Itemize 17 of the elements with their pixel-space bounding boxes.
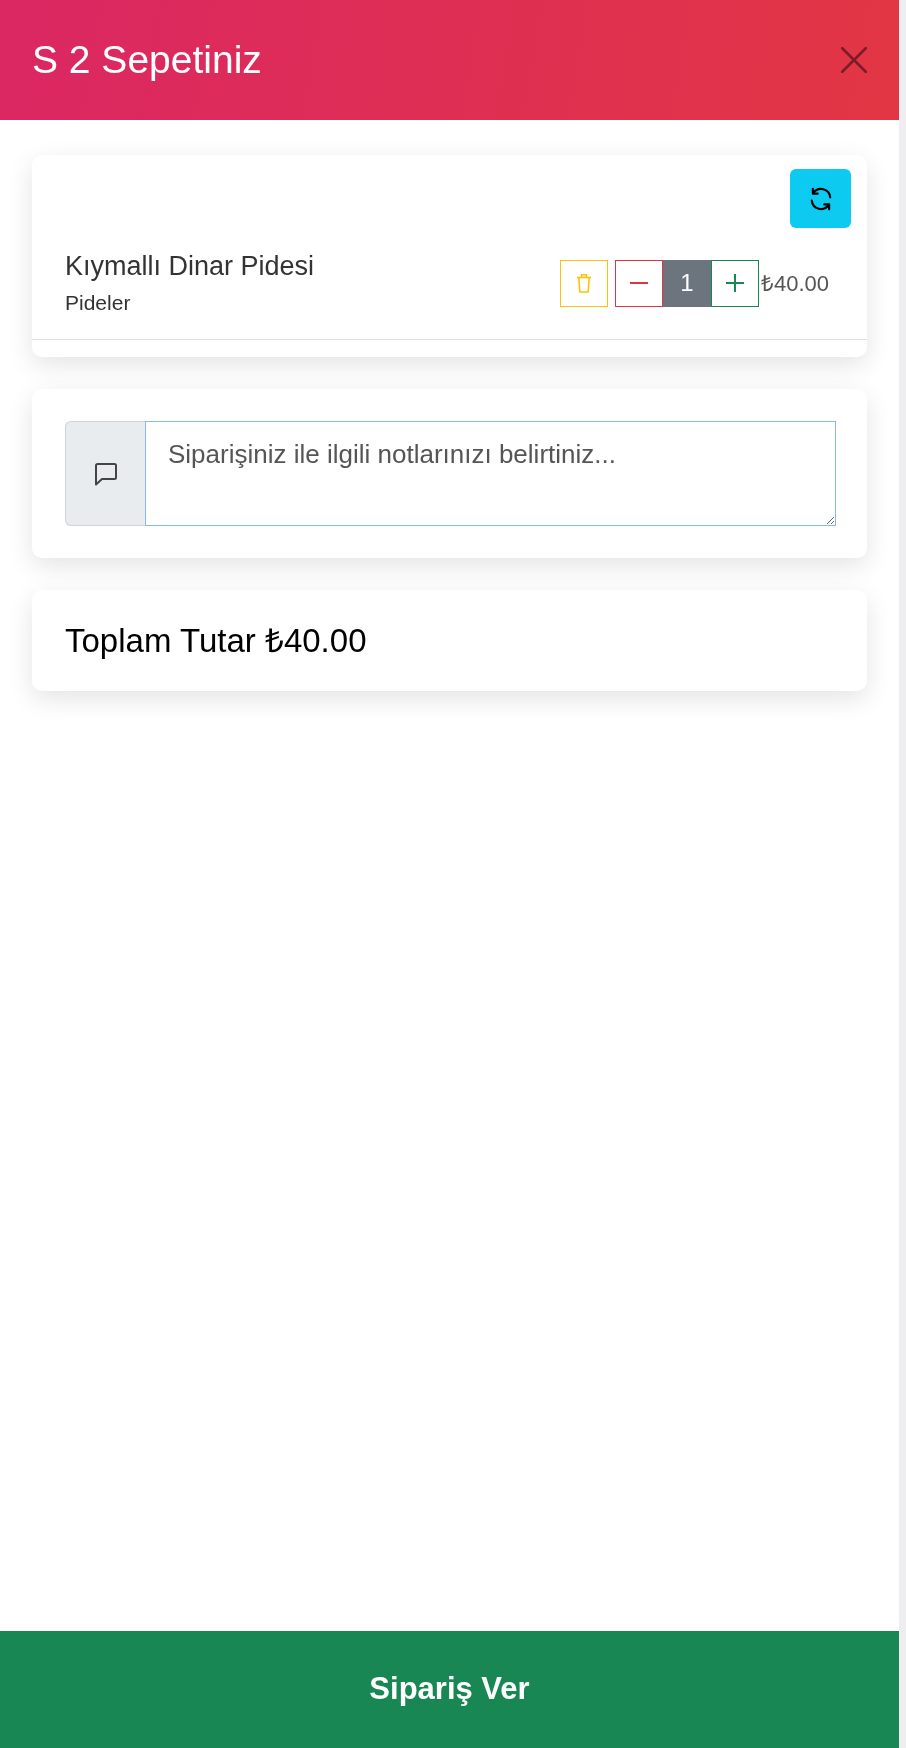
quantity-display: 1 xyxy=(662,259,711,307)
minus-icon xyxy=(629,282,648,284)
panel-title: S 2 Sepetiniz xyxy=(32,36,262,83)
close-icon xyxy=(841,47,867,73)
refresh-button[interactable] xyxy=(790,169,851,228)
item-name: Kıymallı Dinar Pidesi xyxy=(65,250,316,282)
plus-icon xyxy=(725,274,744,292)
chat-bubble-icon xyxy=(92,460,119,487)
trash-icon xyxy=(575,273,592,293)
close-button[interactable] xyxy=(841,47,867,73)
increase-button[interactable] xyxy=(710,259,759,307)
item-category: Pideler xyxy=(65,290,132,316)
item-price: ₺40.00 xyxy=(760,269,829,298)
place-order-button[interactable]: Sipariş Ver xyxy=(0,1631,899,1748)
notes-field[interactable]: Siparişiniz ile ilgili notlarınızı belirtiniz... xyxy=(145,421,836,526)
total-text: Toplam Tutar ₺40.00 xyxy=(65,621,368,660)
decrease-button[interactable] xyxy=(614,259,663,307)
